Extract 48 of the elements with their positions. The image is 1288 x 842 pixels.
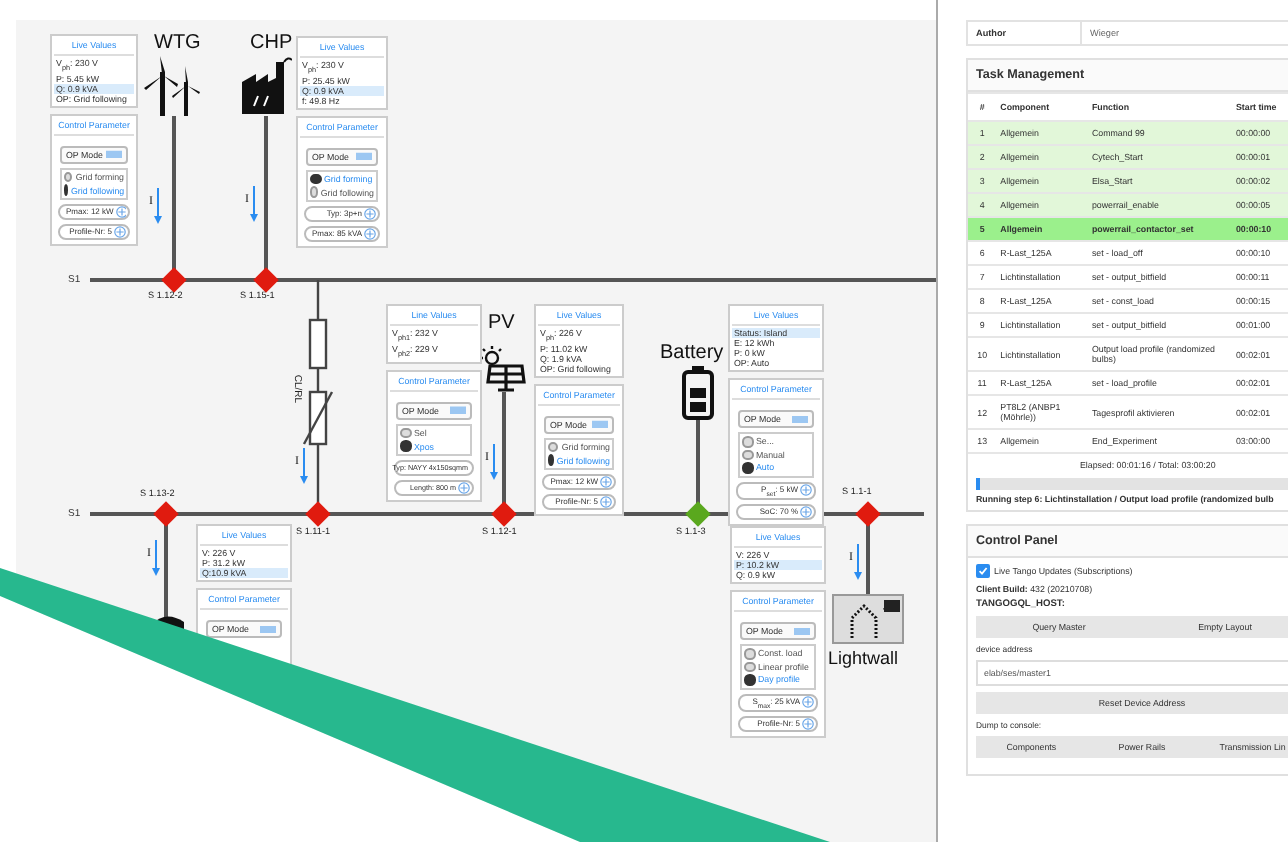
radio-button[interactable] [548,441,559,453]
switch-marker[interactable] [491,501,517,527]
radio-button[interactable] [400,427,411,439]
switch-marker[interactable] [253,267,279,293]
stepper-icon[interactable] [600,475,612,488]
switch-marker[interactable] [161,267,187,293]
switch-marker[interactable] [153,501,179,527]
radio-button[interactable] [400,440,411,452]
stepper-icon[interactable] [800,484,812,497]
unit-label: Lightwall [828,650,899,668]
stepper-icon[interactable] [800,506,812,519]
radio-button[interactable] [310,186,318,198]
wind-turbine-icon [144,56,200,116]
stepper-icon[interactable] [802,696,814,709]
current-arrow-icon [490,443,498,480]
stepper-icon[interactable] [802,718,814,731]
radio-button[interactable] [744,674,755,685]
led-matrix-icon [832,594,904,644]
radio-button[interactable] [742,449,753,460]
radio-button[interactable] [64,171,73,183]
current-arrow-icon [300,447,308,484]
solar-panel-icon [478,344,526,392]
unit-label: PV [488,314,515,334]
switch-marker[interactable] [305,501,331,527]
radio-button[interactable] [742,436,753,447]
current-arrow-icon [250,185,258,222]
stepper-icon[interactable] [364,207,376,220]
unit-label: WTG [154,34,201,54]
factory-icon [240,54,292,114]
radio-button[interactable] [742,462,753,473]
radio-button[interactable] [744,648,755,659]
switch-marker[interactable] [685,501,711,527]
unit-label: Battery [660,344,724,364]
current-arrow-icon [152,539,160,576]
current-arrow-icon [854,543,862,580]
switch-marker[interactable] [855,501,881,527]
radio-button[interactable] [548,454,554,466]
radio-button[interactable] [310,173,321,185]
unit-label: CHP [250,34,293,54]
stepper-icon[interactable] [600,495,612,508]
stepper-icon[interactable] [364,227,376,240]
stepper-icon[interactable] [458,481,470,494]
battery-icon [682,366,714,420]
stepper-icon[interactable] [114,225,126,238]
current-arrow-icon [154,187,162,224]
checkbox[interactable] [976,564,990,578]
radio-button[interactable] [744,661,755,672]
stepper-icon[interactable] [115,205,126,218]
